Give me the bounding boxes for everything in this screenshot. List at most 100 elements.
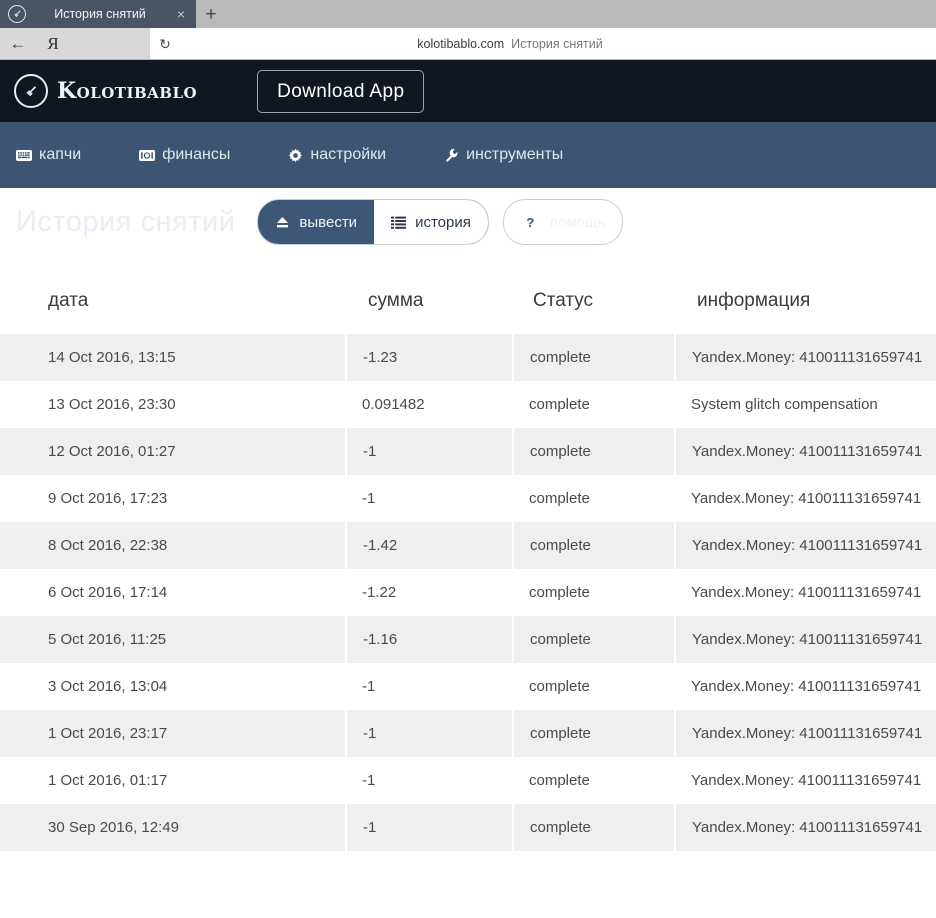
cell-status: complete <box>513 663 675 710</box>
hammer-circle-icon <box>8 5 26 23</box>
address-bar-text: kolotibablo.com История снятий <box>180 37 936 51</box>
cell-amount: -1.16 <box>345 616 513 663</box>
back-button[interactable]: ← <box>0 35 36 52</box>
withdrawal-history-table: дата сумма Статус информация 14 Oct 2016… <box>0 256 936 851</box>
cell-date: 3 Oct 2016, 13:04 <box>0 663 346 710</box>
table-row[interactable]: 5 Oct 2016, 11:25 -1.16 complete Yandex.Mon… <box>0 616 936 663</box>
nav-item-captcha[interactable]: капчи <box>16 146 81 164</box>
reload-icon[interactable]: ↻ <box>150 37 180 51</box>
table-row[interactable]: 9 Oct 2016, 17:23 -1 complete Yandex.Money:… <box>0 475 936 522</box>
tab-label: вывести <box>299 213 358 231</box>
cell-amount: -1 <box>345 804 513 851</box>
cell-status: complete <box>512 804 675 851</box>
column-header-date: дата <box>0 256 346 334</box>
column-header-status: Статус <box>513 256 675 334</box>
cell-info: Yandex.Money: 410011131659741 <box>674 616 936 663</box>
cell-date: 1 Oct 2016, 01:17 <box>0 757 346 804</box>
cell-info: Yandex.Money: 410011131659741 <box>674 428 936 475</box>
cell-amount: -1 <box>346 757 513 804</box>
tab-label: история <box>415 213 471 231</box>
close-icon[interactable]: × <box>174 7 188 21</box>
cell-date: 6 Oct 2016, 17:14 <box>0 569 346 616</box>
column-header-info: информация <box>675 256 936 334</box>
cell-info: Yandex.Money: 410011131659741 <box>674 522 936 569</box>
site-logo[interactable]: Kolotibablo <box>14 74 197 108</box>
page-title: История снятий <box>16 205 236 238</box>
cell-status: complete <box>512 616 675 663</box>
nav-item-tools[interactable]: инструменты <box>444 146 563 164</box>
cell-status: complete <box>512 710 675 757</box>
table-row[interactable]: 30 Sep 2016, 12:49 -1 complete Yandex.Money… <box>0 804 936 851</box>
table-row[interactable]: 3 Oct 2016, 13:04 -1 complete Yandex.Money:… <box>0 663 936 710</box>
table-row[interactable]: 13 Oct 2016, 23:30 0.091482 complete System… <box>0 381 936 428</box>
help-button[interactable]: ? помощь <box>502 199 624 245</box>
nav-item-label: финансы <box>162 146 231 163</box>
cell-status: complete <box>513 757 675 804</box>
cell-date: 14 Oct 2016, 13:15 <box>0 334 346 381</box>
table-row[interactable]: 1 Oct 2016, 01:17 -1 complete Yandex.Money:… <box>0 757 936 804</box>
cell-status: complete <box>513 381 675 428</box>
nav-item-finance[interactable]: финансы <box>139 146 230 164</box>
history-content: дата сумма Статус информация 14 Oct 2016… <box>0 256 936 851</box>
cell-status: complete <box>512 334 675 381</box>
table-body: 14 Oct 2016, 13:15 -1.23 complete Yandex.Mo… <box>0 334 936 851</box>
cell-amount: -1.22 <box>346 569 513 616</box>
section-tabs: вывести история <box>257 199 489 245</box>
cell-amount: -1.23 <box>345 334 513 381</box>
browser-toolbar: ← Я ↻ kolotibablo.com История снятий <box>0 28 936 60</box>
nav-item-label: капчи <box>39 146 82 163</box>
cell-date: 30 Sep 2016, 12:49 <box>0 804 346 851</box>
address-bar[interactable]: ↻ kolotibablo.com История снятий <box>150 28 936 59</box>
cell-status: complete <box>513 569 675 616</box>
tab-history[interactable]: история <box>374 200 488 244</box>
cell-amount: 0.091482 <box>346 381 513 428</box>
download-app-button[interactable]: Download App <box>257 69 425 113</box>
table-row[interactable]: 6 Oct 2016, 17:14 -1.22 complete Yandex.Mon… <box>0 569 936 616</box>
cell-date: 13 Oct 2016, 23:30 <box>0 381 346 428</box>
cell-amount: -1 <box>346 663 513 710</box>
yandex-brand-icon[interactable]: Я <box>36 35 70 52</box>
wrench-icon <box>444 148 459 163</box>
cell-info: Yandex.Money: 410011131659741 <box>674 804 936 851</box>
new-tab-button[interactable]: + <box>196 0 226 28</box>
page-banner: История снятий вывести история ? помощь <box>0 188 936 256</box>
address-domain: kolotibablo.com <box>417 36 505 51</box>
browser-tab[interactable]: История снятий × <box>0 0 196 28</box>
browser-tab-strip: История снятий × + <box>0 0 936 28</box>
banknote-icon <box>139 149 156 161</box>
cell-info: Yandex.Money: 410011131659741 <box>674 710 936 757</box>
question-mark-icon: ? <box>520 212 540 232</box>
table-row[interactable]: 14 Oct 2016, 13:15 -1.23 complete Yandex.Mo… <box>0 334 936 381</box>
main-navigation: капчи финансы настройки инструменты <box>0 122 936 188</box>
cell-info: Yandex.Money: 410011131659741 <box>675 663 936 710</box>
cell-amount: -1 <box>345 428 513 475</box>
cell-info: Yandex.Money: 410011131659741 <box>675 569 936 616</box>
cell-amount: -1 <box>346 475 513 522</box>
cell-date: 5 Oct 2016, 11:25 <box>0 616 346 663</box>
table-row[interactable]: 12 Oct 2016, 01:27 -1 complete Yandex.Money… <box>0 428 936 475</box>
table-row[interactable]: 1 Oct 2016, 23:17 -1 complete Yandex.Money:… <box>0 710 936 757</box>
cell-amount: -1.42 <box>345 522 513 569</box>
site-header: Kolotibablo Download App <box>0 60 936 122</box>
table-header: дата сумма Статус информация <box>0 256 936 334</box>
browser-tab-title: История снятий <box>54 7 146 21</box>
site-logo-text: Kolotibablo <box>57 78 198 104</box>
nav-item-settings[interactable]: настройки <box>288 146 386 164</box>
cell-info: System glitch compensation <box>675 381 936 428</box>
tab-withdraw[interactable]: вывести <box>258 200 374 244</box>
column-header-amount: сумма <box>346 256 513 334</box>
hammer-circle-icon <box>14 74 48 108</box>
nav-item-label: настройки <box>310 146 387 163</box>
cell-status: complete <box>513 475 675 522</box>
help-button-label: помощь <box>549 213 606 231</box>
cell-amount: -1 <box>345 710 513 757</box>
table-row[interactable]: 8 Oct 2016, 22:38 -1.42 complete Yandex.Mon… <box>0 522 936 569</box>
nav-item-label: инструменты <box>466 146 564 163</box>
keyboard-icon <box>16 149 32 161</box>
table-header-row: дата сумма Статус информация <box>0 256 936 334</box>
cell-info: Yandex.Money: 410011131659741 <box>675 475 936 522</box>
list-icon <box>391 216 407 229</box>
cell-date: 12 Oct 2016, 01:27 <box>0 428 346 475</box>
cell-info: Yandex.Money: 410011131659741 <box>674 334 936 381</box>
cell-date: 1 Oct 2016, 23:17 <box>0 710 346 757</box>
